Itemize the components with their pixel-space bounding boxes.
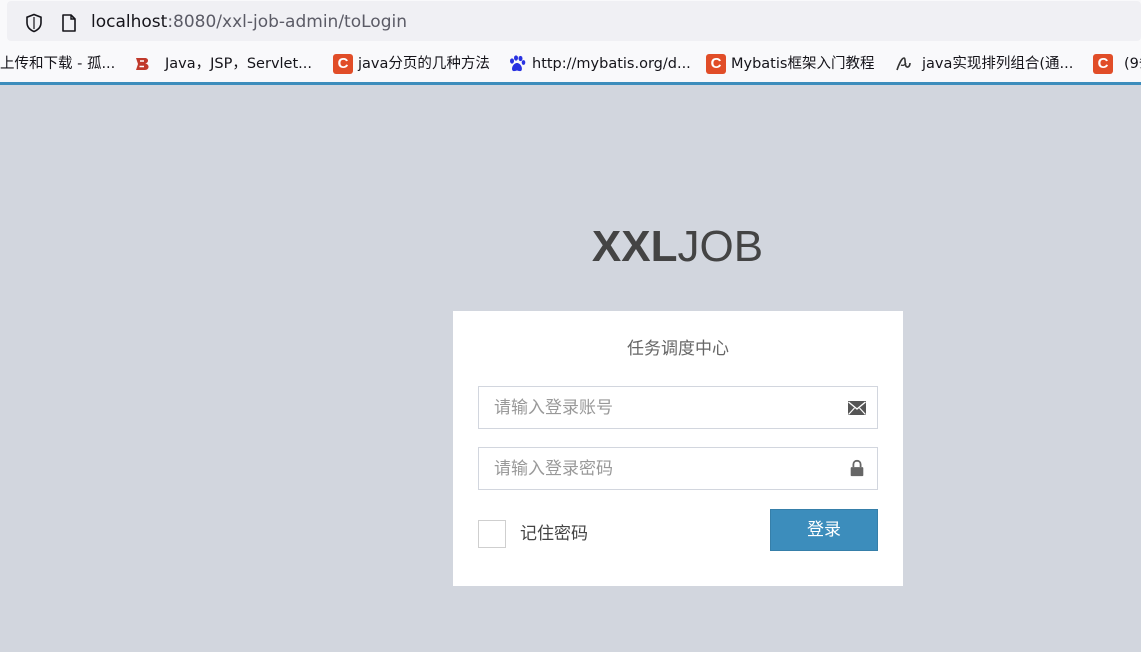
csdn-icon: C [1093, 54, 1113, 74]
address-field[interactable]: localhost:8080/xxl-job-admin/toLogin [7, 1, 1141, 41]
password-input[interactable] [479, 448, 877, 489]
bookmark-item[interactable]: 上传和下载 - 孤... [0, 53, 115, 75]
username-input[interactable] [479, 387, 877, 428]
page-icon[interactable] [61, 13, 77, 33]
login-box: 任务调度中心 记住密码 登录 [453, 311, 903, 586]
bookmark-item[interactable]: java实现排列组合(通... [922, 53, 1073, 75]
url-path: :8080/xxl-job-admin/toLogin [167, 12, 407, 32]
login-title: 任务调度中心 [627, 339, 729, 359]
envelope-icon [848, 401, 866, 415]
browser-url-bar: localhost:8080/xxl-job-admin/toLogin [0, 0, 1141, 43]
logo-bold-text: XXL [591, 222, 678, 271]
swirl-icon [896, 57, 911, 71]
bookmark-item[interactable]: Java，JSP，Servlet... [165, 53, 312, 75]
url-text[interactable]: localhost:8080/xxl-job-admin/toLogin [91, 11, 407, 33]
url-host: localhost [91, 12, 168, 32]
bookmarks-bar: 上传和下载 - 孤... Java，JSP，Servlet... C java分… [0, 43, 1141, 83]
bookmark-item[interactable]: (9条 [1124, 53, 1141, 75]
page-top-border [0, 82, 1141, 85]
bookmark-item[interactable]: Mybatis框架入门教程 [731, 53, 874, 75]
shield-icon[interactable] [25, 13, 43, 33]
password-field [478, 447, 878, 490]
remember-checkbox[interactable] [478, 520, 506, 548]
csdn-icon: C [333, 54, 353, 74]
username-field [478, 386, 878, 429]
app-logo[interactable]: XXLJOB [0, 220, 1141, 274]
remember-label[interactable]: 记住密码 [520, 522, 588, 546]
b-logo-icon [136, 58, 149, 70]
bookmark-item[interactable]: java分页的几种方法 [358, 53, 490, 75]
login-button[interactable]: 登录 [770, 509, 878, 551]
lock-icon [850, 459, 864, 477]
baidu-paw-icon [510, 55, 526, 72]
bookmark-item[interactable]: http://mybatis.org/d... [532, 53, 691, 75]
csdn-icon: C [706, 54, 726, 74]
logo-light-text: JOB [677, 222, 764, 271]
